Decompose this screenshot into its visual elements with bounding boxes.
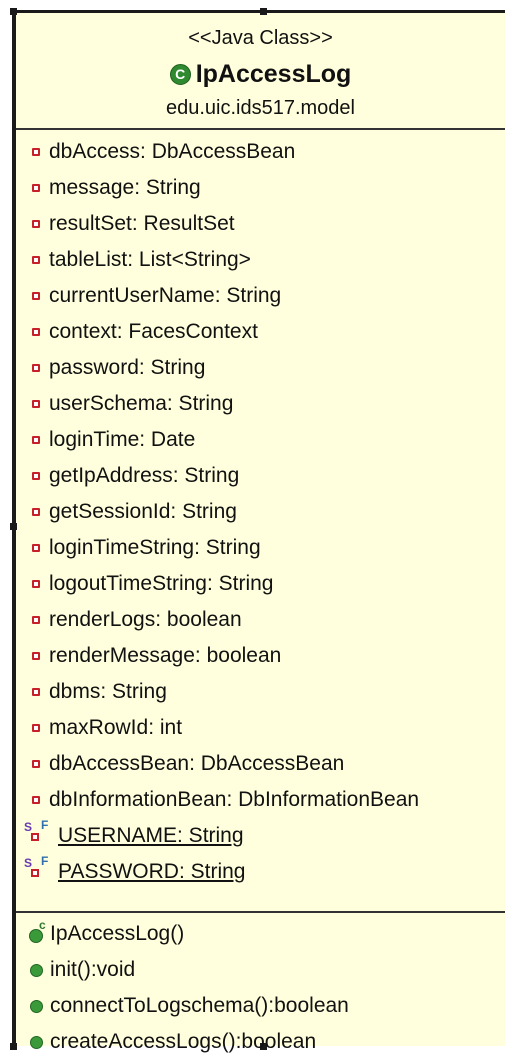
attribute-text: dbAccessBean: DbAccessBean [49,752,345,775]
attribute-text: context: FacesContext [49,320,258,343]
operation-row[interactable]: createAccessLogs():boolean [16,1027,316,1057]
public-method-icon [30,963,43,977]
private-field-icon [32,400,40,408]
class-header: <<Java Class>> C IpAccessLog edu.uic.ids… [16,13,505,130]
private-field-icon [32,580,40,588]
attribute-text: getIpAddress: String [49,464,240,487]
attribute-row[interactable]: resultSet: ResultSet [16,209,235,239]
attribute-text: dbAccess: DbAccessBean [49,140,296,163]
attribute-row[interactable]: maxRowId: int [16,713,182,743]
private-field-icon [31,833,39,841]
final-marker: F [41,854,49,868]
private-field-icon [32,148,40,156]
private-field-icon [32,796,40,804]
class-icon: C [169,63,191,85]
static-attribute-text: USERNAME: String [58,824,244,847]
selection-handle[interactable] [10,8,17,15]
operation-text: createAccessLogs():boolean [50,1030,317,1053]
attribute-text: currentUserName: String [49,284,282,307]
attribute-text: logoutTimeString: String [49,572,274,595]
attribute-text: tableList: List<String> [49,248,251,271]
attribute-text: loginTimeString: String [49,536,261,559]
private-field-icon [32,328,40,336]
attribute-row[interactable]: dbAccessBean: DbAccessBean [16,749,344,779]
operation-text: connectToLogschema():boolean [50,994,349,1017]
attribute-row[interactable]: userSchema: String [16,389,233,419]
static-final-field-icon: SF [24,818,56,849]
attribute-text: message: String [49,176,201,199]
attribute-text: maxRowId: int [49,716,183,739]
attribute-text: dbInformationBean: DbInformationBean [49,788,420,811]
class-name: IpAccessLog [195,60,352,88]
attribute-row[interactable]: renderLogs: boolean [16,605,242,635]
public-method-icon [30,999,43,1013]
constructor-marker: c [39,918,46,932]
private-field-icon [32,292,40,300]
selection-handle[interactable] [260,8,267,15]
static-attribute-row[interactable]: S F USERNAME: String [16,818,244,851]
class-box[interactable]: <<Java Class>> C IpAccessLog edu.uic.ids… [10,8,505,1053]
private-field-icon [32,544,40,552]
private-field-icon [32,652,40,660]
private-field-icon [32,364,40,372]
attribute-row[interactable]: dbms: String [16,677,167,707]
attribute-row[interactable]: logoutTimeString: String [16,569,274,599]
attribute-text: password: String [49,356,206,379]
private-field-icon [32,688,40,696]
attribute-text: userSchema: String [49,392,234,415]
attribute-row[interactable]: getIpAddress: String [16,461,239,491]
constructor-icon: c [26,918,50,947]
attribute-row[interactable]: loginTime: Date [16,425,195,455]
public-method-icon [30,1035,43,1049]
attribute-row[interactable]: tableList: List<String> [16,245,251,275]
operation-row[interactable]: connectToLogschema():boolean [16,991,349,1021]
attribute-row[interactable]: getSessionId: String [16,497,237,527]
attribute-text: renderLogs: boolean [49,608,242,631]
attribute-row[interactable]: loginTimeString: String [16,533,261,563]
attribute-row[interactable]: password: String [16,353,205,383]
private-field-icon [32,508,40,516]
private-field-icon [32,184,40,192]
attribute-row[interactable]: dbInformationBean: DbInformationBean [16,785,419,815]
private-field-icon [32,436,40,444]
operation-row[interactable]: init():void [16,955,135,985]
attribute-row[interactable]: renderMessage: boolean [16,641,281,671]
static-marker: S [24,820,33,834]
attributes-compartment: dbAccess: DbAccessBean message: String res… [16,130,505,913]
attribute-row[interactable]: dbAccess: DbAccessBean [16,137,295,167]
attribute-text: resultSet: ResultSet [49,212,235,235]
private-field-icon [31,869,39,877]
package-label: edu.uic.ids517.model [165,97,355,119]
static-attribute-row[interactable]: S F PASSWORD: String [16,854,246,887]
stereotype-label: <<Java Class>> [188,27,333,49]
attribute-row[interactable]: message: String [16,173,201,203]
class-title: C IpAccessLog [16,57,505,91]
private-field-icon [32,760,40,768]
static-attribute-text: PASSWORD: String [58,860,246,883]
constructor-row[interactable]: c IpAccessLog() [16,918,185,949]
attribute-text: loginTime: Date [49,428,196,451]
private-field-icon [32,724,40,732]
private-field-icon [32,616,40,624]
private-field-icon [32,472,40,480]
attribute-row[interactable]: currentUserName: String [16,281,281,311]
constructor-text: IpAccessLog() [50,922,185,945]
private-field-icon [32,220,40,228]
attribute-row[interactable]: context: FacesContext [16,317,258,347]
attribute-text: dbms: String [49,680,167,703]
attribute-text: renderMessage: boolean [49,644,282,667]
private-field-icon [32,256,40,264]
static-final-field-icon: SF [24,854,56,885]
operation-text: init():void [50,958,136,981]
final-marker: F [41,818,49,832]
attribute-text: getSessionId: String [49,500,237,523]
static-marker: S [24,856,33,870]
